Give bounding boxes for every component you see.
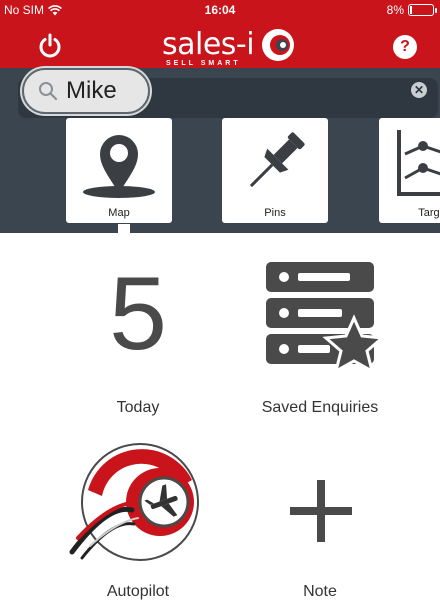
battery-icon [408, 4, 437, 16]
power-icon[interactable] [36, 32, 64, 60]
tile-map[interactable]: Map [66, 118, 172, 223]
targets-chart-icon [397, 130, 440, 196]
search-input[interactable]: Mike [22, 68, 150, 114]
app-header: sales-i SELL SMART ? [0, 20, 440, 68]
saved-enquiries-label[interactable]: Saved Enquiries [230, 399, 410, 417]
tile-targets[interactable]: Targe [379, 118, 440, 223]
battery-level [410, 6, 412, 14]
tile-page-indicator [118, 224, 130, 234]
plus-icon[interactable] [288, 478, 354, 544]
tile-targets-label: Targe [418, 207, 440, 219]
sales-i-logo: sales-i SELL SMART [162, 26, 296, 67]
saved-enquiries-icon[interactable] [262, 258, 386, 380]
search-icon [39, 82, 58, 101]
today-widget[interactable]: 5 [48, 262, 228, 372]
battery-status: 8% [386, 3, 437, 17]
tile-map-label: Map [108, 207, 130, 219]
logo-tagline: SELL SMART [166, 60, 241, 67]
help-button[interactable]: ? [393, 35, 417, 59]
autopilot-label[interactable]: Autopilot [48, 583, 228, 601]
battery-percent: 8% [386, 3, 404, 17]
today-label[interactable]: Today [48, 399, 228, 417]
note-label[interactable]: Note [230, 583, 410, 601]
status-time: 16:04 [204, 3, 236, 17]
logo-text: sales-i [162, 27, 255, 62]
tile-pins[interactable]: Pins [222, 118, 328, 223]
pushpin-icon [249, 132, 305, 188]
logo-mark-icon [262, 29, 295, 61]
today-count: 5 [109, 256, 167, 372]
status-bar: No SIM 16:04 8% [0, 0, 440, 20]
tile-pins-label: Pins [264, 207, 286, 219]
search-value: Mike [66, 77, 117, 104]
autopilot-icon[interactable] [68, 440, 208, 568]
map-pin-icon [83, 135, 155, 198]
clear-search-button[interactable]: ✕ [411, 82, 427, 98]
home-screen: No SIM 16:04 8% sales-i SELL SMART ? Mik… [0, 0, 440, 602]
